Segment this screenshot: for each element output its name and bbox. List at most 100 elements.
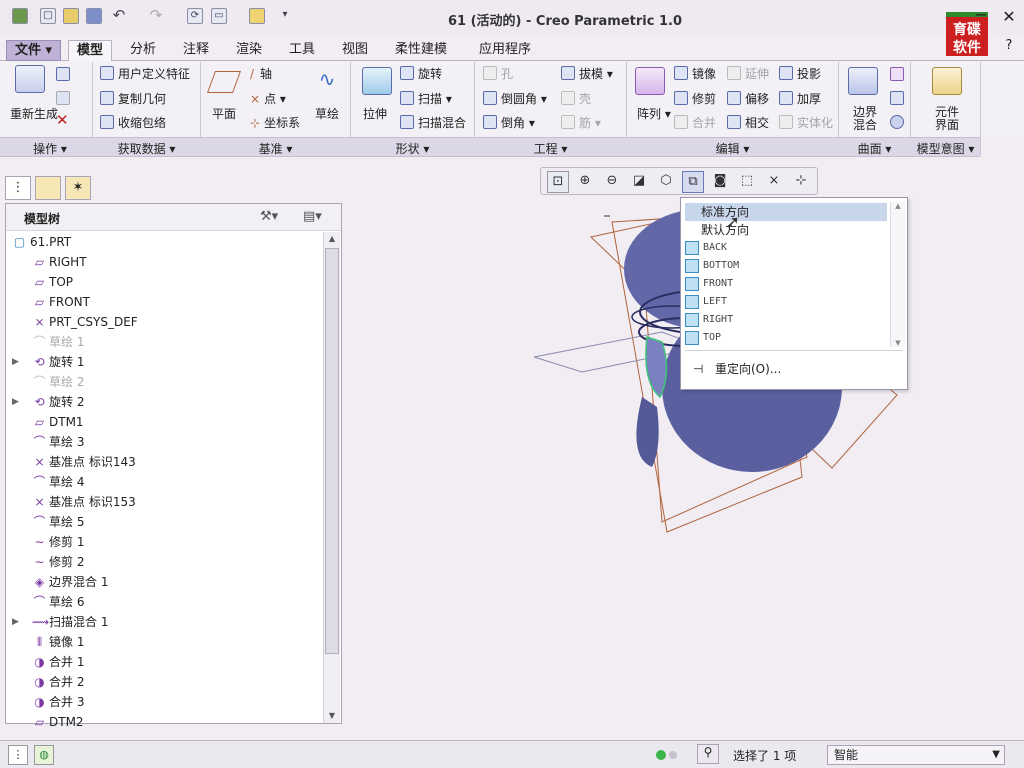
settings-icon[interactable]: ⚒▾: [260, 209, 278, 224]
close-window-icon[interactable]: [249, 8, 265, 24]
navigator-toggle-icon[interactable]: ⋮: [8, 745, 28, 765]
open-icon[interactable]: [63, 8, 79, 24]
tree-item[interactable]: ▱ TOP: [6, 272, 321, 292]
surface-sphere-icon[interactable]: [890, 115, 904, 129]
sketch-button[interactable]: 草绘: [315, 106, 339, 122]
regenerate-quick-icon[interactable]: ⟳: [187, 8, 203, 24]
menu-item-back[interactable]: BACK: [685, 239, 887, 257]
tree-item[interactable]: ◑ 合并 3: [6, 692, 321, 712]
scroll-thumb[interactable]: [325, 248, 339, 654]
regenerate-button[interactable]: 重新生成: [10, 106, 58, 122]
tab-view[interactable]: 视图: [334, 40, 376, 61]
datum-display-icon[interactable]: ⨯: [763, 171, 785, 193]
tree-item[interactable]: ▱ FRONT: [6, 292, 321, 312]
revolve-button[interactable]: 旋转: [400, 66, 442, 82]
extrude-button[interactable]: 拉伸: [363, 106, 387, 122]
tab-flexible-modeling[interactable]: 柔性建模: [387, 40, 455, 61]
view-manager-icon[interactable]: ◙: [709, 171, 731, 193]
tree-item[interactable]: ◑ 合并 2: [6, 672, 321, 692]
shrinkwrap-button[interactable]: 收缩包络: [100, 115, 166, 131]
delete-icon[interactable]: ✕: [56, 111, 69, 129]
menu-scrollbar[interactable]: ▲ ▼: [890, 202, 905, 347]
rib-button[interactable]: 筋 ▾: [561, 115, 601, 131]
tree-item[interactable]: ▱ DTM1: [6, 412, 321, 432]
save-icon[interactable]: [86, 8, 102, 24]
tree-item[interactable]: ▱ DTM2: [6, 712, 321, 732]
tree-item[interactable]: ∼ 修剪 2: [6, 552, 321, 572]
group-datum[interactable]: 基准 ▾: [201, 140, 350, 157]
model-tree-tab-icon[interactable]: ⋮: [5, 176, 31, 200]
minimize-button[interactable]: −: [972, 6, 990, 24]
group-engineering[interactable]: 工程 ▾: [475, 140, 626, 157]
group-operations[interactable]: 操作 ▾: [8, 140, 92, 157]
solidify-button[interactable]: 实体化: [779, 115, 833, 131]
tree-item[interactable]: ⌒ 草绘 6: [6, 592, 321, 612]
paste-icon[interactable]: [56, 91, 70, 105]
copy-geometry-button[interactable]: 复制几何: [100, 91, 166, 107]
mirror-button[interactable]: 镜像: [674, 66, 716, 82]
expand-arrow-icon[interactable]: ▶: [12, 392, 19, 412]
round-button[interactable]: 倒圆角 ▾: [483, 91, 547, 107]
customize-toolbar-icon[interactable]: ▾: [277, 8, 293, 24]
tab-annotate[interactable]: 注释: [175, 40, 217, 61]
tree-item[interactable]: ▶ ⟲ 旋转 1: [6, 352, 321, 372]
tree-item[interactable]: ◑ 合并 1: [6, 652, 321, 672]
trim-button[interactable]: 修剪: [674, 91, 716, 107]
tab-render[interactable]: 渲染: [228, 40, 270, 61]
favorites-tab-icon[interactable]: ✶: [65, 176, 91, 200]
tree-item[interactable]: ▶ ⟿ 扫描混合 1: [6, 612, 321, 632]
saved-orientations-icon[interactable]: ⧉: [682, 171, 704, 193]
copy-icon[interactable]: [56, 67, 70, 81]
folder-browser-tab-icon[interactable]: [35, 176, 61, 200]
tree-item[interactable]: ▢ 61.PRT: [6, 232, 321, 252]
group-get-data[interactable]: 获取数据 ▾: [93, 140, 200, 157]
menu-item-left[interactable]: LEFT: [685, 293, 887, 311]
menu-item-right[interactable]: RIGHT: [685, 311, 887, 329]
tab-model[interactable]: 模型: [68, 40, 113, 62]
perspective-icon[interactable]: ⬚: [736, 171, 758, 193]
menu-item-front[interactable]: FRONT: [685, 275, 887, 293]
menu-item-reorient[interactable]: ⊣ 重定向(O)...: [685, 360, 887, 378]
tab-applications[interactable]: 应用程序: [471, 40, 539, 61]
offset-button[interactable]: 偏移: [727, 91, 769, 107]
tree-item[interactable]: ⌒ 草绘 2: [6, 372, 321, 392]
group-surfaces[interactable]: 曲面 ▾: [839, 140, 910, 157]
tab-analysis[interactable]: 分析: [122, 40, 164, 61]
merge-button[interactable]: 合并: [674, 115, 716, 131]
tree-item[interactable]: ◈ 边界混合 1: [6, 572, 321, 592]
show-icon[interactable]: ▤▾: [303, 209, 322, 224]
freestyle-icon[interactable]: [890, 67, 904, 81]
selection-filter-dropdown[interactable]: 智能 ▼: [827, 745, 1005, 765]
tree-item[interactable]: × 基准点 标识143: [6, 452, 321, 472]
draft-button[interactable]: 拔模 ▾: [561, 66, 613, 82]
menu-item-default-orientation[interactable]: 默认方向: [685, 221, 887, 239]
plane-button[interactable]: 平面: [212, 106, 236, 122]
annotation-display-icon[interactable]: ⊹: [790, 171, 812, 193]
group-shapes[interactable]: 形状 ▾: [351, 140, 474, 157]
user-feature-button[interactable]: 用户定义特征: [100, 66, 190, 82]
tree-item[interactable]: ⌒ 草绘 3: [6, 432, 321, 452]
tree-item[interactable]: × 基准点 标识153: [6, 492, 321, 512]
sweep-button[interactable]: 扫描 ▾: [400, 91, 452, 107]
tab-file[interactable]: 文件 ▾: [6, 40, 62, 61]
refit-icon[interactable]: ⊡: [547, 171, 569, 193]
tree-item[interactable]: ▶ ⟲ 旋转 2: [6, 392, 321, 412]
menu-item-standard-orientation[interactable]: 标准方向: [685, 203, 887, 221]
style-icon[interactable]: [890, 91, 904, 105]
swept-blend-button[interactable]: 扫描混合: [400, 115, 466, 131]
tab-tools[interactable]: 工具: [281, 40, 323, 61]
browser-toggle-icon[interactable]: ◍: [34, 745, 54, 765]
find-icon[interactable]: ⚲: [697, 744, 719, 764]
scroll-down-icon[interactable]: ▼: [325, 709, 339, 723]
project-button[interactable]: 投影: [779, 66, 821, 82]
menu-item-bottom[interactable]: BOTTOM: [685, 257, 887, 275]
zoom-out-icon[interactable]: ⊖: [601, 171, 623, 193]
thicken-button[interactable]: 加厚: [779, 91, 821, 107]
display-style-icon[interactable]: ⬡: [655, 171, 677, 193]
expand-arrow-icon[interactable]: ▶: [12, 352, 19, 372]
tree-item[interactable]: ⌒ 草绘 4: [6, 472, 321, 492]
group-editing[interactable]: 编辑 ▾: [627, 140, 838, 157]
chamfer-button[interactable]: 倒角 ▾: [483, 115, 535, 131]
undo-icon[interactable]: ↶: [111, 8, 127, 24]
component-interface-button[interactable]: 元件界面: [933, 106, 961, 132]
